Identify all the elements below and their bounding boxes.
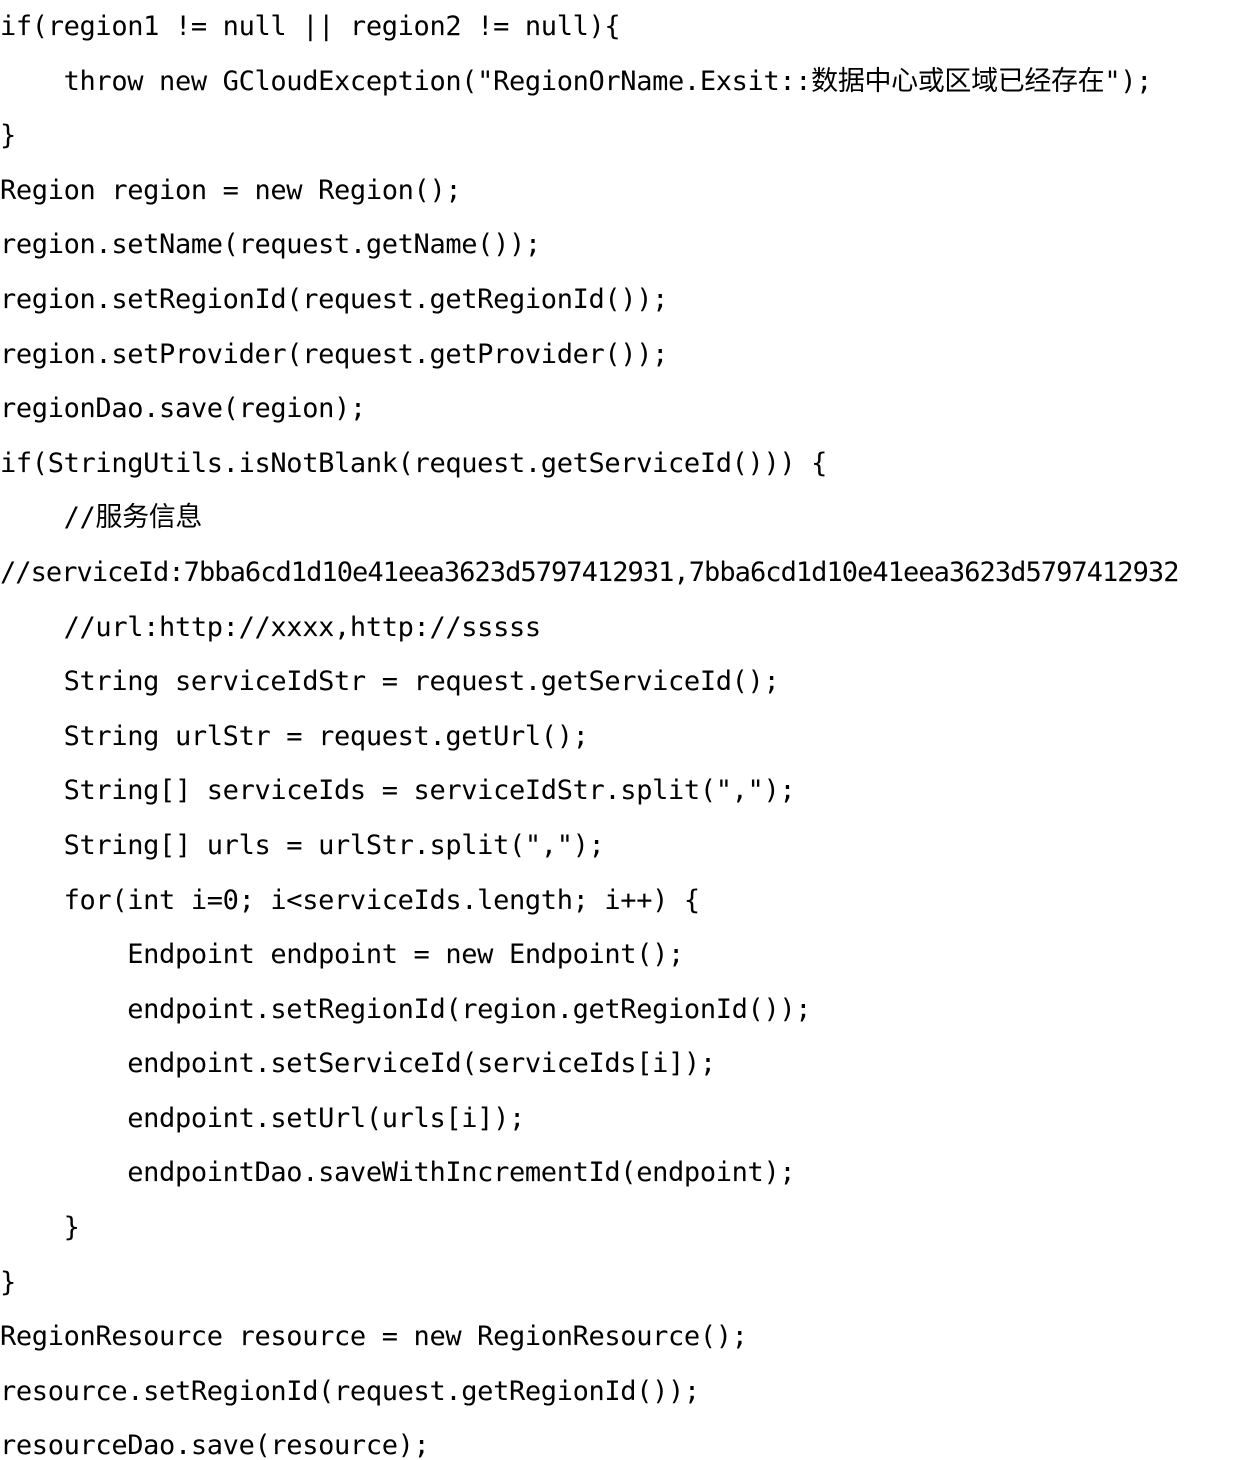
code-line: RegionResource resource = new RegionReso… bbox=[0, 1321, 748, 1353]
code-line: } bbox=[0, 1266, 16, 1298]
code-line: region.setProvider(request.getProvider()… bbox=[0, 338, 669, 370]
code-line: if(region1 != null || region2 != null){ bbox=[0, 11, 621, 42]
code-line: region.setName(request.getName()); bbox=[0, 229, 541, 261]
code-line: endpoint.setServiceId(serviceIds[i]); bbox=[0, 1048, 716, 1080]
code-line: Endpoint endpoint = new Endpoint(); bbox=[0, 939, 684, 971]
code-line: if(StringUtils.isNotBlank(request.getSer… bbox=[0, 447, 828, 479]
code-line: endpointDao.saveWithIncrementId(endpoint… bbox=[0, 1157, 796, 1189]
document-page: if(region1 != null || region2 != null){ … bbox=[0, 0, 1240, 1460]
code-line: resource.setRegionId(request.getRegionId… bbox=[0, 1375, 700, 1407]
code-line: region.setRegionId(request.getRegionId()… bbox=[0, 283, 669, 315]
code-line: } bbox=[0, 1212, 80, 1244]
code-line: for(int i=0; i<serviceIds.length; i++) { bbox=[0, 884, 701, 916]
code-line: endpoint.setRegionId(region.getRegionId(… bbox=[0, 993, 812, 1025]
code-line: String[] serviceIds = serviceIdStr.split… bbox=[0, 775, 796, 807]
code-line: Region region = new Region(); bbox=[0, 174, 462, 206]
code-line: resourceDao.save(resource); bbox=[0, 1430, 430, 1460]
code-line: //serviceId:7bba6cd1d10e41eea3623d579741… bbox=[0, 556, 1179, 588]
code-line: String urlStr = request.getUrl(); bbox=[0, 720, 589, 752]
code-line: throw new GCloudException("RegionOrName.… bbox=[0, 65, 1153, 97]
code-line: regionDao.save(region); bbox=[0, 393, 366, 425]
code-line: //url:http://xxxx,http://sssss bbox=[0, 611, 542, 643]
code-line: endpoint.setUrl(urls[i]); bbox=[0, 1102, 525, 1134]
code-listing: if(region1 != null || region2 != null){ … bbox=[0, 0, 1240, 1460]
code-line: String[] urls = urlStr.split(","); bbox=[0, 829, 605, 861]
code-line: //服务信息 bbox=[0, 502, 203, 534]
code-line: String serviceIdStr = request.getService… bbox=[0, 666, 780, 698]
code-line: } bbox=[0, 120, 16, 152]
